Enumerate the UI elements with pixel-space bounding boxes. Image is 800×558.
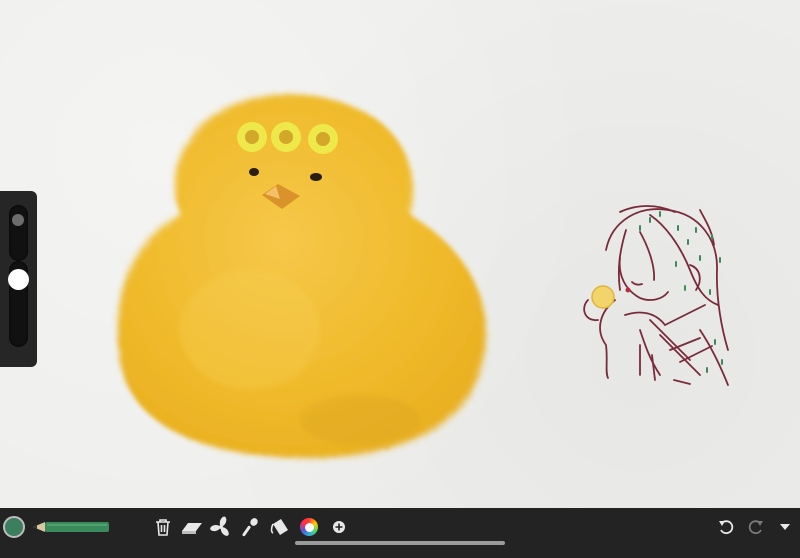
color-swatch[interactable] <box>3 516 25 538</box>
trash-button[interactable] <box>151 515 175 539</box>
color-wheel-icon <box>300 518 318 536</box>
smudge-button[interactable] <box>209 515 233 539</box>
airbrush-icon <box>242 518 258 537</box>
add-button[interactable] <box>327 515 351 539</box>
airbrush-button[interactable] <box>238 515 262 539</box>
fill-button[interactable] <box>267 515 291 539</box>
redo-icon <box>748 520 763 535</box>
sketch-drawing <box>583 205 729 386</box>
brush-opacity-knob[interactable] <box>8 269 29 290</box>
fan-icon <box>210 516 229 536</box>
chevron-down-icon <box>780 524 790 530</box>
color-wheel-button[interactable] <box>297 515 321 539</box>
brush-size-knob[interactable] <box>12 214 24 226</box>
bottom-toolbar <box>0 508 800 558</box>
chick-drawing <box>117 94 487 459</box>
undo-icon <box>719 520 734 535</box>
eraser-button[interactable] <box>180 515 204 539</box>
home-indicator[interactable] <box>295 541 505 545</box>
undo-button[interactable] <box>714 515 738 539</box>
plus-icon <box>333 521 345 533</box>
eraser-icon <box>182 523 202 534</box>
pencil-tool[interactable] <box>33 518 113 536</box>
artwork <box>117 94 729 459</box>
menu-button[interactable] <box>773 515 797 539</box>
flower-crown <box>237 122 338 154</box>
brush-slider-panel <box>0 191 37 367</box>
bucket-icon <box>270 519 288 535</box>
drawing-canvas[interactable] <box>0 0 800 508</box>
trash-icon <box>156 519 170 536</box>
pencil-icon <box>33 522 109 532</box>
redo-button[interactable] <box>744 515 768 539</box>
